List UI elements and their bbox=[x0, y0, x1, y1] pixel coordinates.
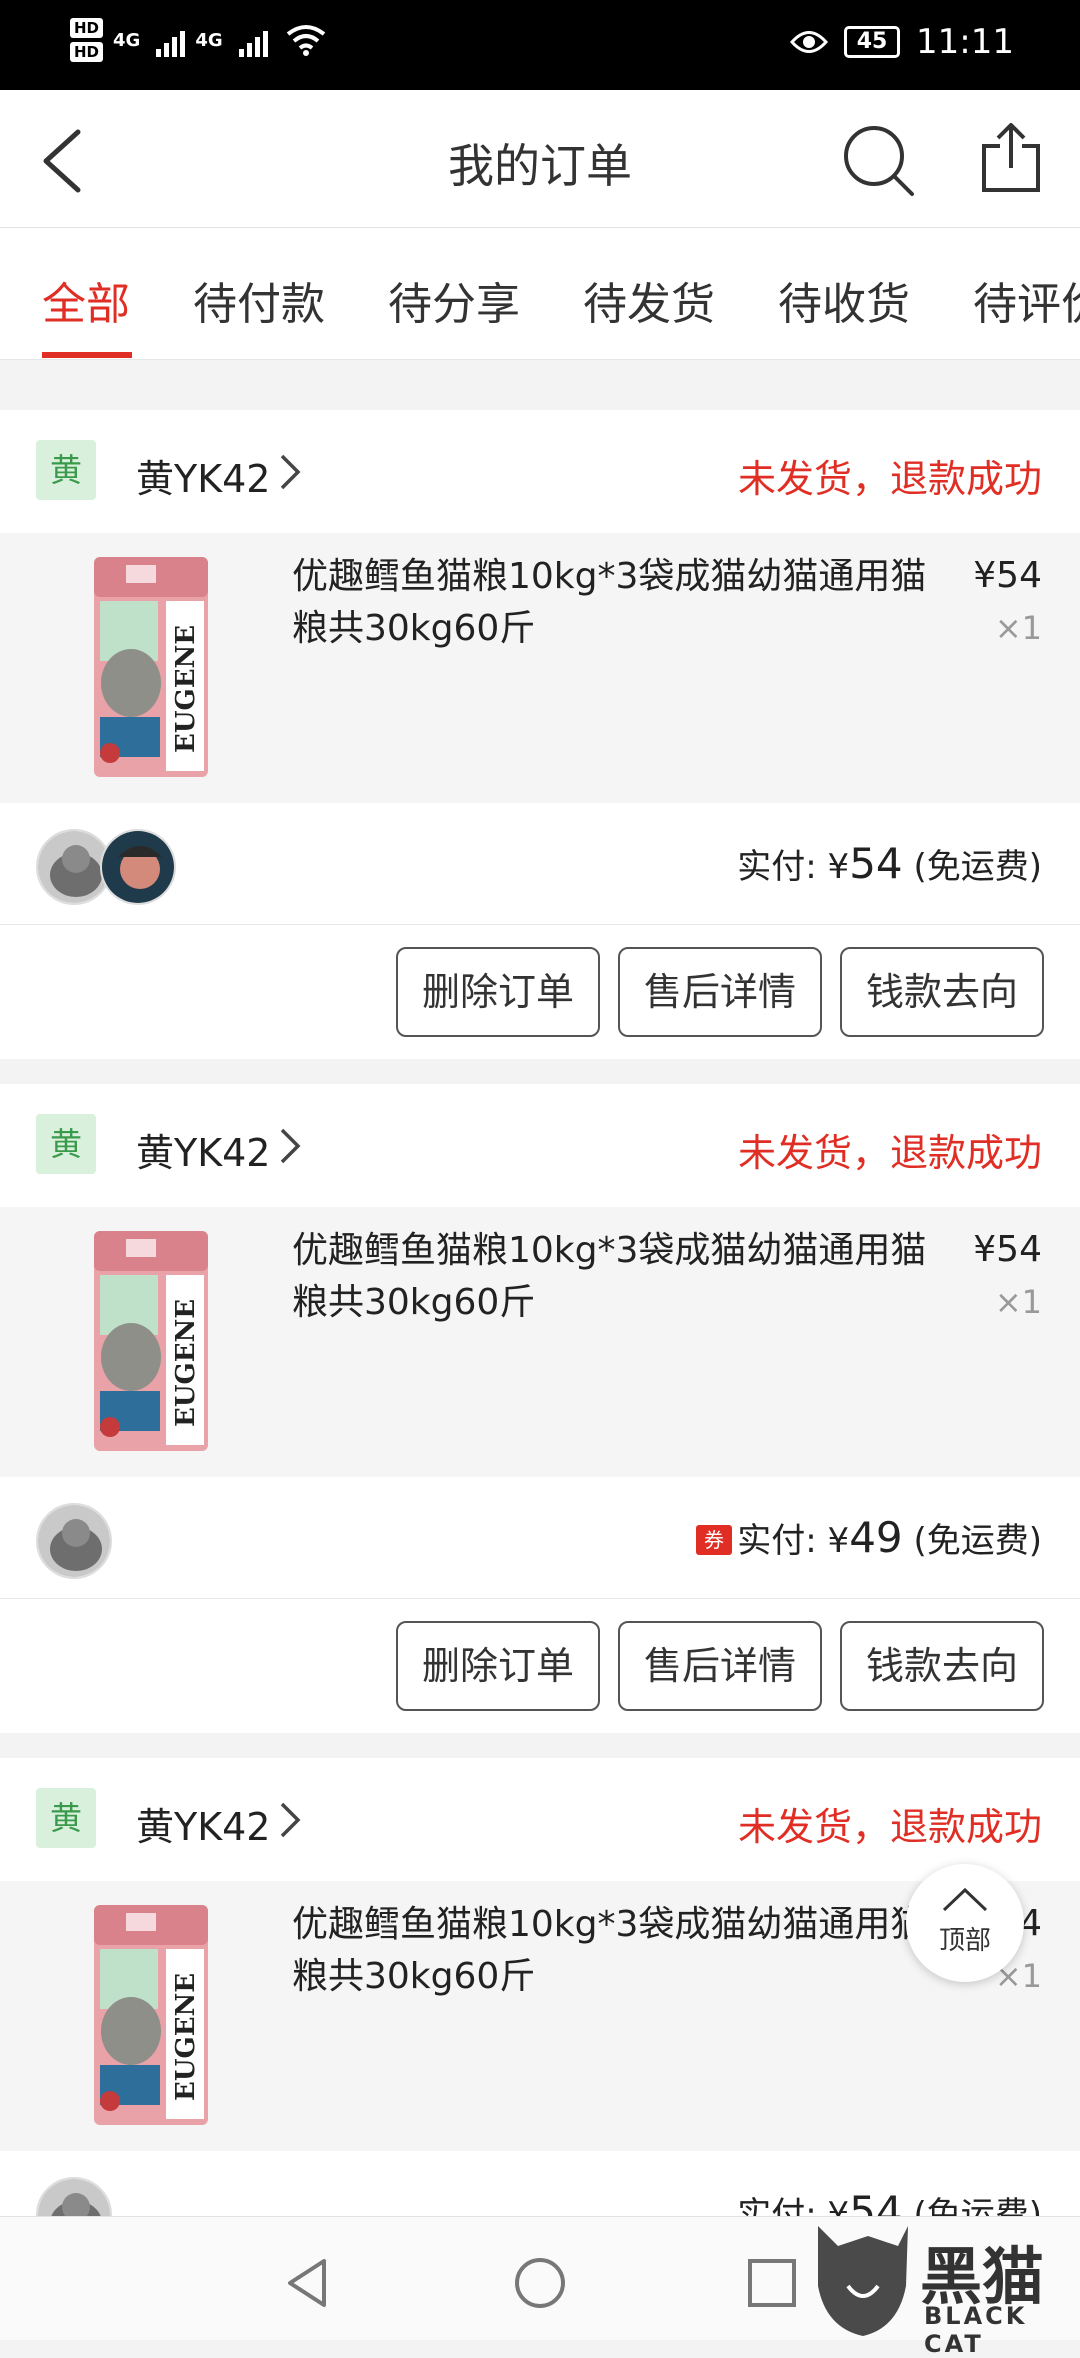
watermark-subtitle: BLACK CAT bbox=[924, 2302, 1028, 2358]
svg-text:EUGENE: EUGENE bbox=[171, 1973, 201, 2101]
coupon-badge: 券 bbox=[696, 1525, 732, 1555]
after-sales-button[interactable]: 售后详情 bbox=[618, 947, 822, 1037]
black-cat-watermark: 黑猫 BLACK CAT bbox=[808, 2216, 1080, 2358]
tab-pending-shipment[interactable]: 待发货 bbox=[583, 268, 715, 332]
tab-pending-review[interactable]: 待评价 bbox=[973, 268, 1080, 332]
order-header: 黄 黄YK42 未发货，退款成功 bbox=[0, 1758, 1080, 1881]
avatar bbox=[36, 1503, 112, 1579]
hd-indicator: HD HD bbox=[70, 18, 104, 62]
paid-amount: 实付: ¥49 (免运费) bbox=[737, 1513, 1042, 1562]
product-row[interactable]: EUGENE 优趣鳕鱼猫粮10kg*3袋成猫幼猫通用猫粮共30kg60斤 ¥54… bbox=[0, 533, 1080, 803]
payment-row: 实付: ¥54 (免运费) bbox=[0, 2151, 1080, 2216]
wifi-icon bbox=[286, 25, 325, 56]
order-tabs: 全部 待付款 待分享 待发货 待收货 待评价 bbox=[0, 228, 1080, 360]
shop-badge: 黄 bbox=[36, 440, 96, 500]
page-title: 我的订单 bbox=[448, 139, 632, 193]
paid-amount: 实付: ¥54 (免运费) bbox=[737, 2187, 1042, 2216]
nav-back-icon[interactable] bbox=[280, 2255, 336, 2311]
shop-name[interactable]: 黄YK42 bbox=[136, 448, 271, 503]
product-image[interactable]: EUGENE bbox=[86, 553, 216, 781]
tab-all[interactable]: 全部 bbox=[42, 268, 130, 332]
eye-icon bbox=[790, 31, 829, 53]
product-title: 优趣鳕鱼猫粮10kg*3袋成猫幼猫通用猫粮共30kg60斤 bbox=[292, 556, 927, 649]
action-buttons: 删除订单 售后详情 钱款去向 bbox=[0, 925, 1080, 1059]
tab-pending-payment[interactable]: 待付款 bbox=[193, 268, 325, 332]
product-quantity: ×1 bbox=[994, 1283, 1042, 1321]
status-bar: HD HD 4G 4G 45 11:11 bbox=[0, 0, 1080, 90]
battery-icon: 45 bbox=[844, 26, 901, 58]
after-sales-button[interactable]: 售后详情 bbox=[618, 1621, 822, 1711]
paid-amount: 实付: ¥54 (免运费) bbox=[737, 839, 1042, 888]
chevron-right-icon[interactable] bbox=[278, 452, 302, 492]
refund-tracking-button[interactable]: 钱款去向 bbox=[840, 947, 1044, 1037]
svg-text:EUGENE: EUGENE bbox=[171, 1299, 201, 1427]
payment-row: 实付: ¥54 (免运费) bbox=[0, 803, 1080, 925]
product-image[interactable]: EUGENE bbox=[86, 1227, 216, 1455]
order-status: 未发货，退款成功 bbox=[737, 457, 1042, 501]
chevron-right-icon[interactable] bbox=[278, 1126, 302, 1166]
product-image[interactable]: EUGENE bbox=[86, 1901, 216, 2129]
nav-home-icon[interactable] bbox=[512, 2255, 568, 2311]
chevron-up-icon bbox=[942, 1887, 988, 1912]
action-buttons: 删除订单 售后详情 钱款去向 bbox=[0, 1599, 1080, 1733]
share-icon[interactable] bbox=[978, 120, 1044, 196]
network-label-1: 4G bbox=[113, 29, 141, 51]
app-header: 我的订单 bbox=[0, 90, 1080, 228]
nav-recents-icon[interactable] bbox=[744, 2255, 800, 2311]
product-row[interactable]: EUGENE 优趣鳕鱼猫粮10kg*3袋成猫幼猫通用猫粮共30kg60斤 ¥54… bbox=[0, 1207, 1080, 1477]
payment-row: 券 实付: ¥49 (免运费) bbox=[0, 1477, 1080, 1599]
back-to-top-button[interactable]: 顶部 bbox=[906, 1864, 1024, 1982]
active-tab-indicator bbox=[42, 352, 132, 358]
signal-icon bbox=[156, 23, 186, 57]
shop-badge: 黄 bbox=[36, 1114, 96, 1174]
signal-icon-2 bbox=[238, 23, 268, 57]
tab-pending-receipt[interactable]: 待收货 bbox=[778, 268, 910, 332]
refund-tracking-button[interactable]: 钱款去向 bbox=[840, 1621, 1044, 1711]
cat-logo-icon bbox=[818, 2226, 908, 2336]
product-quantity: ×1 bbox=[994, 609, 1042, 647]
avatar bbox=[36, 2177, 112, 2216]
delete-order-button[interactable]: 删除订单 bbox=[396, 1621, 600, 1711]
product-title: 优趣鳕鱼猫粮10kg*3袋成猫幼猫通用猫粮共30kg60斤 bbox=[292, 1230, 927, 1323]
order-card: 黄 黄YK42 未发货，退款成功 EUGENE 优趣鳕鱼猫粮10kg*3袋成猫幼… bbox=[0, 1084, 1080, 1733]
network-label-2: 4G bbox=[195, 29, 223, 51]
delete-order-button[interactable]: 删除订单 bbox=[396, 947, 600, 1037]
back-to-top-label: 顶部 bbox=[938, 1926, 991, 1956]
clock: 11:11 bbox=[916, 22, 1014, 62]
order-header: 黄 黄YK42 未发货，退款成功 bbox=[0, 1084, 1080, 1207]
avatar bbox=[100, 829, 176, 905]
chevron-right-icon[interactable] bbox=[278, 1800, 302, 1840]
search-icon[interactable] bbox=[842, 124, 916, 198]
shop-name[interactable]: 黄YK42 bbox=[136, 1122, 271, 1177]
product-price: ¥54 bbox=[973, 555, 1042, 596]
order-card: 黄 黄YK42 未发货，退款成功 EUGENE 优趣鳕鱼猫粮10kg*3袋成猫幼… bbox=[0, 1758, 1080, 2216]
product-title: 优趣鳕鱼猫粮10kg*3袋成猫幼猫通用猫粮共30kg60斤 bbox=[292, 1904, 927, 1997]
shop-name[interactable]: 黄YK42 bbox=[136, 1796, 271, 1851]
shop-badge: 黄 bbox=[36, 1788, 96, 1848]
order-status: 未发货，退款成功 bbox=[737, 1805, 1042, 1849]
tab-pending-share[interactable]: 待分享 bbox=[388, 268, 520, 332]
order-header: 黄 黄YK42 未发货，退款成功 bbox=[0, 410, 1080, 533]
order-status: 未发货，退款成功 bbox=[737, 1131, 1042, 1175]
product-price: ¥54 bbox=[973, 1229, 1042, 1270]
order-card: 黄 黄YK42 未发货，退款成功 EUGENE 优趣鳕鱼猫粮10kg*3袋成猫幼… bbox=[0, 410, 1080, 1059]
svg-text:EUGENE: EUGENE bbox=[171, 625, 201, 753]
